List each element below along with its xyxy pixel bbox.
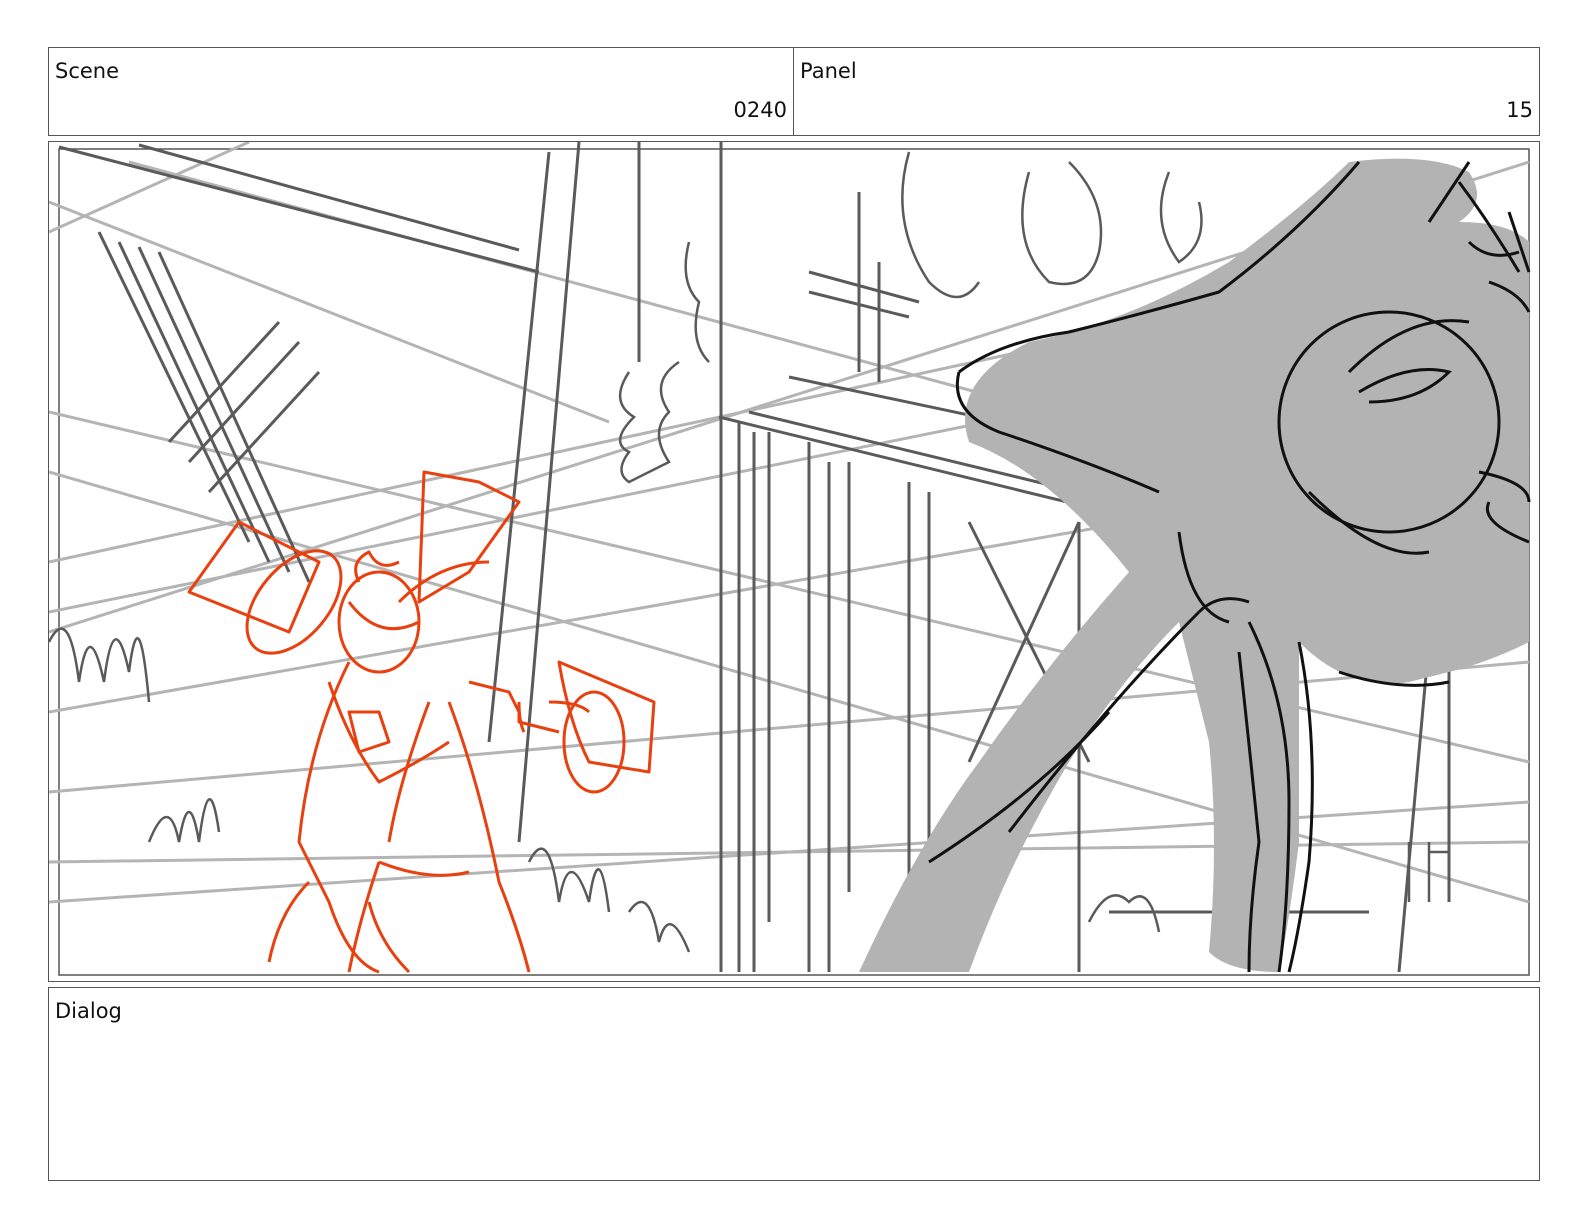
top-hat-character	[187, 470, 656, 974]
storyboard-frame	[48, 141, 1540, 982]
scene-label: Scene	[55, 59, 120, 83]
panel-label: Panel	[800, 59, 857, 83]
scene-number: 0240	[733, 98, 787, 122]
storyboard-sketch	[49, 142, 1531, 976]
dialog-label: Dialog	[55, 999, 122, 1023]
panel-number: 15	[1506, 98, 1533, 122]
dialog-field: Dialog	[48, 987, 1540, 1181]
panel-field: Panel 15	[793, 47, 1540, 136]
scene-field: Scene 0240	[48, 47, 794, 136]
